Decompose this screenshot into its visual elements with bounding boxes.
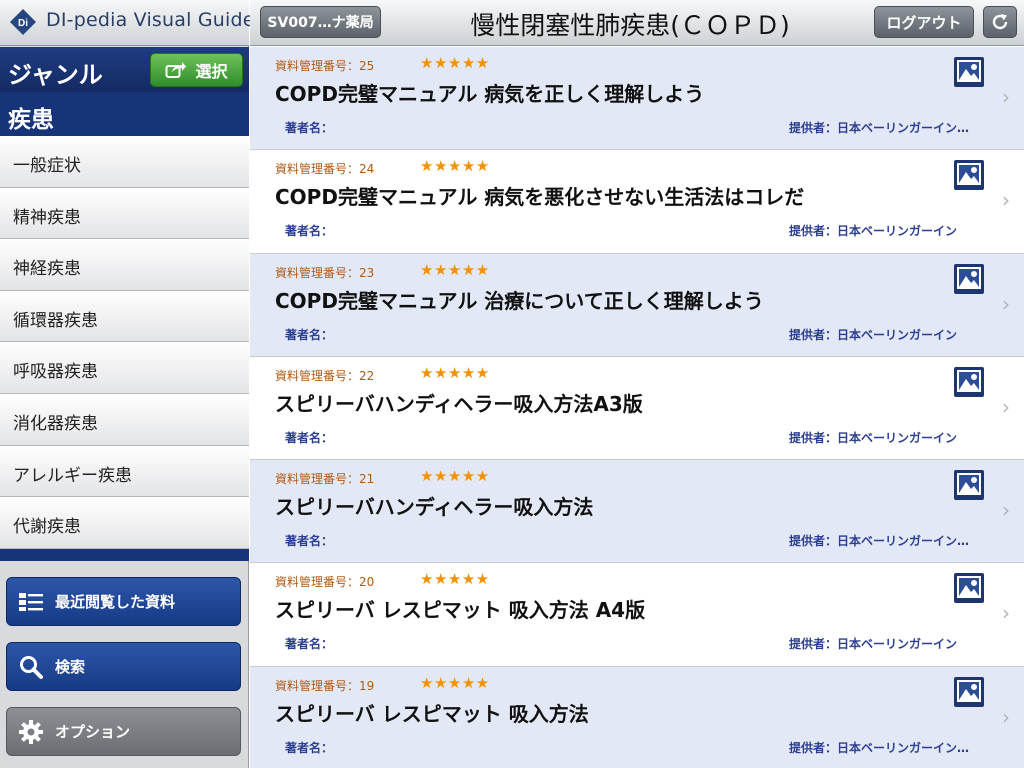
chevron-right-icon: › (1002, 394, 1010, 419)
image-icon[interactable] (954, 573, 984, 604)
genre-title: ジャンル (8, 61, 103, 89)
logo-mark-icon: Di (10, 9, 36, 35)
share-out-icon (165, 62, 187, 78)
document-row[interactable]: 資料管理番号：23 ★★★★★ COPD完璧マニュアル 治療について正しく理解し… (250, 253, 1024, 357)
document-provider: 提供者：日本ベーリンガーイン… (789, 121, 970, 135)
image-icon[interactable] (954, 470, 984, 501)
list-icon (19, 592, 43, 611)
page-title: 慢性閉塞性肺疾患(ＣＯＰＤ) (470, 11, 790, 40)
document-id-label: 資料管理番号：19 (275, 678, 375, 693)
rating-stars: ★★★★★ (420, 54, 490, 72)
store-button[interactable]: SV007…ナ薬局 (260, 6, 381, 38)
top-bar: SV007…ナ薬局 慢性閉塞性肺疾患(ＣＯＰＤ) ログアウト (250, 0, 1024, 46)
document-provider: 提供者：日本ベーリンガーイン… (789, 740, 970, 755)
image-icon[interactable] (954, 263, 984, 294)
sidebar: Di DI-pedia Visual Guide ジャンル 選択 疾患 一般症状… (0, 0, 254, 768)
document-author: 著者名： (285, 327, 334, 342)
search-button[interactable]: 検索 (6, 642, 241, 691)
options-label: オプション (55, 723, 131, 741)
document-provider: 提供者：日本ベーリンガーイン (789, 224, 958, 239)
app-logo-text: DI-pedia Visual Guide (46, 9, 255, 31)
chevron-right-icon: › (1002, 188, 1010, 213)
genre-item-general-symptoms[interactable]: 一般症状 (0, 136, 249, 188)
search-label: 検索 (55, 658, 86, 676)
document-id-label: 資料管理番号：21 (275, 472, 375, 487)
genre-item-metabolic[interactable]: 代謝疾患 (0, 497, 249, 549)
document-provider: 提供者：日本ベーリンガーイン (789, 637, 958, 652)
document-title: COPD完璧マニュアル 治療について正しく理解しよう (275, 288, 764, 313)
logout-button[interactable]: ログアウト (874, 6, 974, 38)
document-row[interactable]: 資料管理番号：19 ★★★★★ スピリーバ レスピマット 吸入方法 著者名： 提… (250, 666, 1024, 768)
rating-stars: ★★★★★ (420, 570, 490, 589)
image-icon[interactable] (954, 676, 984, 707)
chevron-right-icon: › (1002, 498, 1010, 523)
document-author: 著者名： (285, 740, 334, 755)
genre-item-neurological[interactable]: 神経疾患 (0, 239, 249, 291)
rating-stars: ★★★★★ (420, 467, 490, 486)
current-genre-heading: 疾患 (0, 92, 249, 136)
document-author: 著者名： (285, 637, 334, 652)
select-label: 選択 (195, 62, 228, 81)
select-genre-button[interactable]: 選択 (150, 53, 243, 87)
recent-documents-button[interactable]: 最近閲覧した資料 (6, 577, 241, 626)
chevron-right-icon: › (1002, 601, 1010, 626)
document-author: 著者名： (285, 121, 334, 135)
magnifier-icon (20, 655, 43, 679)
document-author: 著者名： (285, 430, 334, 445)
document-author: 著者名： (285, 224, 334, 239)
genre-item-respiratory[interactable]: 呼吸器疾患 (0, 342, 249, 394)
document-title: スピリーバハンディヘラー吸入方法A3版 (275, 391, 643, 416)
genre-item-digestive[interactable]: 消化器疾患 (0, 393, 249, 446)
document-author: 著者名： (285, 534, 334, 549)
chevron-right-icon: › (1002, 85, 1010, 109)
rating-stars: ★★★★★ (420, 260, 490, 279)
genre-item-allergy[interactable]: アレルギー疾患 (0, 445, 249, 498)
gear-icon (19, 719, 43, 744)
document-title: COPD完璧マニュアル 病気を悪化させない生活法はコレだ (275, 185, 805, 210)
document-row[interactable]: 資料管理番号：25 ★★★★★ COPD完璧マニュアル 病気を正しく理解しよう … (250, 47, 1024, 151)
svg-text:Di: Di (18, 18, 28, 29)
document-row[interactable]: 資料管理番号：22 ★★★★★ スピリーバハンディヘラー吸入方法A3版 著者名：… (250, 356, 1024, 461)
document-id-label: 資料管理番号：23 (275, 265, 375, 280)
refresh-icon (992, 14, 1008, 30)
rating-stars: ★★★★★ (420, 363, 490, 382)
recent-label: 最近閲覧した資料 (55, 593, 176, 611)
image-icon[interactable] (954, 57, 984, 87)
document-id-label: 資料管理番号：24 (275, 162, 375, 177)
document-provider: 提供者：日本ベーリンガーイン (789, 430, 958, 445)
document-title: スピリーバ レスピマット 吸入方法 A4版 (275, 598, 646, 623)
genre-list-footer (0, 549, 249, 561)
genre-item-psychiatric[interactable]: 精神疾患 (0, 187, 249, 240)
rating-stars: ★★★★★ (420, 673, 490, 692)
refresh-button[interactable] (983, 6, 1017, 38)
chevron-right-icon: › (1002, 704, 1010, 729)
document-id-label: 資料管理番号：22 (275, 368, 375, 383)
document-list: 資料管理番号：25 ★★★★★ COPD完璧マニュアル 病気を正しく理解しよう … (250, 47, 1024, 768)
document-title: スピリーバハンディヘラー吸入方法 (275, 495, 594, 520)
document-id-label: 資料管理番号：20 (275, 575, 375, 590)
logo-bar: Di DI-pedia Visual Guide (0, 0, 254, 46)
document-provider: 提供者：日本ベーリンガーイン (789, 327, 958, 342)
image-icon[interactable] (954, 366, 984, 397)
image-icon[interactable] (954, 160, 984, 191)
document-row[interactable]: 資料管理番号：20 ★★★★★ スピリーバ レスピマット 吸入方法 A4版 著者… (250, 563, 1024, 667)
genre-item-cardiovascular[interactable]: 循環器疾患 (0, 290, 249, 343)
document-row[interactable]: 資料管理番号：21 ★★★★★ スピリーバハンディヘラー吸入方法 著者名： 提供… (250, 460, 1024, 564)
document-row[interactable]: 資料管理番号：24 ★★★★★ COPD完璧マニュアル 病気を悪化させない生活法… (250, 150, 1024, 254)
chevron-right-icon: › (1002, 291, 1010, 316)
document-provider: 提供者：日本ベーリンガーイン… (789, 534, 970, 549)
document-title: スピリーバ レスピマット 吸入方法 (275, 701, 589, 726)
document-id-label: 資料管理番号：25 (275, 59, 375, 73)
genre-list: 一般症状 精神疾患 神経疾患 循環器疾患 呼吸器疾患 消化器疾患 アレルギー疾患… (0, 136, 249, 549)
rating-stars: ★★★★★ (420, 157, 490, 176)
options-button[interactable]: オプション (6, 707, 241, 756)
document-title: COPD完璧マニュアル 病気を正しく理解しよう (275, 82, 705, 106)
